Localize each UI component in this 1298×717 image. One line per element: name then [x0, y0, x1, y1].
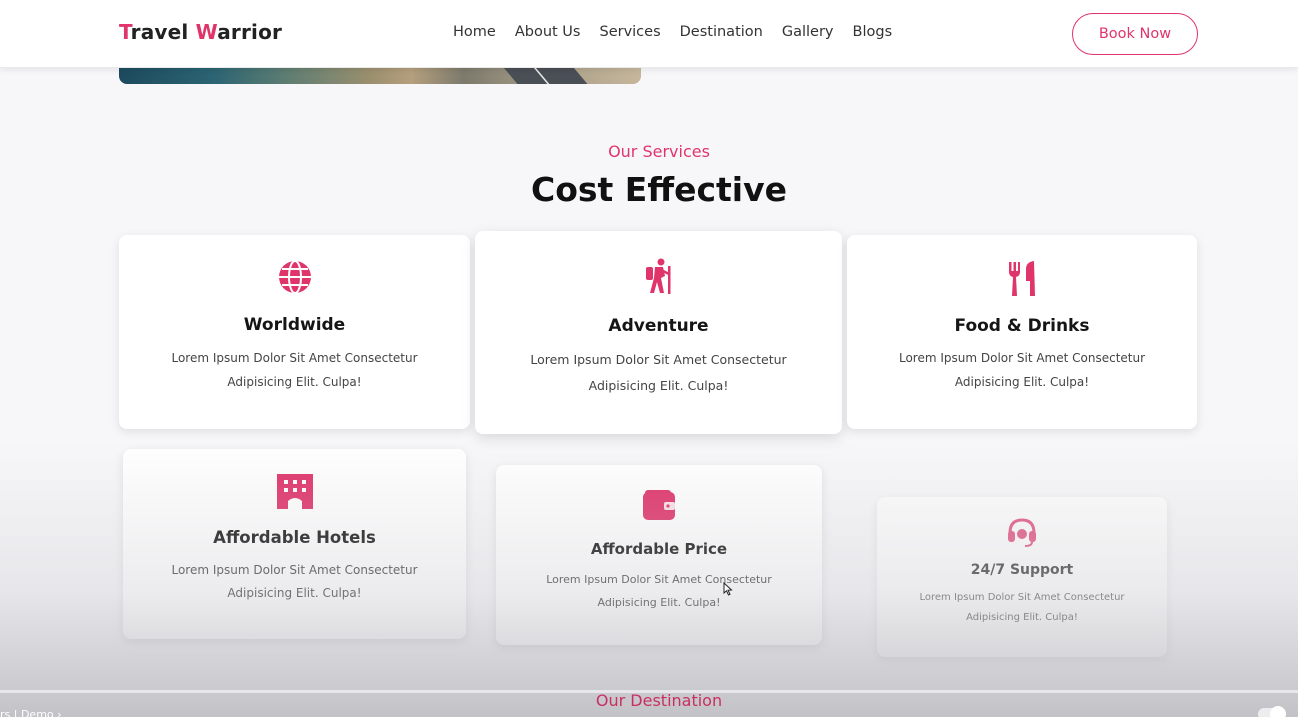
hiking-icon — [644, 258, 674, 299]
service-desc-line1: Lorem Ipsum Dolor Sit Amet Consectetur — [898, 351, 1146, 365]
logo-letter-w: W — [195, 20, 218, 44]
service-card-affordable-hotels[interactable]: Affordable Hotels Lorem Ipsum Dolor Sit … — [123, 449, 466, 639]
nav-link-destination[interactable]: Destination — [680, 24, 763, 40]
service-desc-line1: Lorem Ipsum Dolor Sit Amet Consectetur — [171, 351, 418, 365]
service-title: Food & Drinks — [954, 316, 1090, 336]
service-card-affordable-price[interactable]: Affordable Price Lorem Ipsum Dolor Sit A… — [496, 465, 822, 645]
logo[interactable]: Travel Warrior — [119, 20, 282, 44]
nav-link-gallery[interactable]: Gallery — [782, 24, 834, 40]
book-now-button[interactable]: Book Now — [1072, 13, 1198, 55]
logo-letter-t: T — [119, 20, 131, 44]
service-desc-line2: Adipisicing Elit. Culpa! — [227, 586, 362, 600]
logo-text-travel: ravel — [130, 20, 196, 44]
service-title: 24/7 Support — [970, 562, 1074, 578]
service-desc-line2: Adipisicing Elit. Culpa! — [966, 612, 1078, 623]
service-desc-line2: Adipisicing Elit. Culpa! — [588, 378, 729, 393]
nav-link-home[interactable]: Home — [453, 24, 496, 40]
service-card-adventure[interactable]: Adventure Lorem Ipsum Dolor Sit Amet Con… — [475, 231, 842, 434]
nav-link-about-us[interactable]: About Us — [515, 24, 581, 40]
service-desc-line1: Lorem Ipsum Dolor Sit Amet Consectetur — [919, 592, 1125, 603]
navbar: Travel Warrior Home About Us Services De… — [0, 0, 1298, 68]
video-chapter-label[interactable]: rs | Demo › — [0, 708, 62, 717]
nav-link-services[interactable]: Services — [599, 24, 660, 40]
wallet-icon — [643, 490, 675, 525]
headset-icon — [1006, 517, 1038, 552]
globe-icon — [278, 260, 312, 299]
nav-links: Home About Us Services Destination Galle… — [453, 24, 911, 40]
hotel-icon — [276, 474, 314, 514]
service-desc-line2: Adipisicing Elit. Culpa! — [954, 375, 1090, 389]
service-desc-line1: Lorem Ipsum Dolor Sit Amet Consectetur — [171, 563, 418, 577]
service-desc-line2: Adipisicing Elit. Culpa! — [597, 596, 721, 609]
service-desc-line1: Lorem Ipsum Dolor Sit Amet Consectetur — [530, 352, 787, 367]
service-title: Affordable Price — [590, 540, 728, 558]
service-card-support[interactable]: 24/7 Support Lorem Ipsum Dolor Sit Amet … — [877, 497, 1167, 657]
video-player-bar: rs | Demo › — [0, 688, 1298, 717]
service-desc-line1: Lorem Ipsum Dolor Sit Amet Consectetur — [546, 573, 772, 586]
service-desc-line2: Adipisicing Elit. Culpa! — [227, 375, 362, 389]
nav-link-blogs[interactable]: Blogs — [853, 24, 893, 40]
service-title: Worldwide — [243, 315, 346, 335]
service-title: Affordable Hotels — [213, 528, 376, 547]
mouse-cursor-icon — [723, 581, 733, 601]
utensils-icon — [1007, 261, 1037, 302]
section-heading: Cost Effective — [531, 170, 787, 209]
video-progress-track[interactable] — [0, 690, 1298, 693]
autoplay-toggle[interactable] — [1258, 706, 1286, 717]
service-card-worldwide[interactable]: Worldwide Lorem Ipsum Dolor Sit Amet Con… — [119, 235, 470, 429]
service-card-food-drinks[interactable]: Food & Drinks Lorem Ipsum Dolor Sit Amet… — [847, 235, 1197, 429]
service-title: Adventure — [608, 316, 709, 336]
section-subtitle: Our Services — [608, 142, 710, 161]
logo-text-warrior: arrior — [217, 20, 283, 44]
